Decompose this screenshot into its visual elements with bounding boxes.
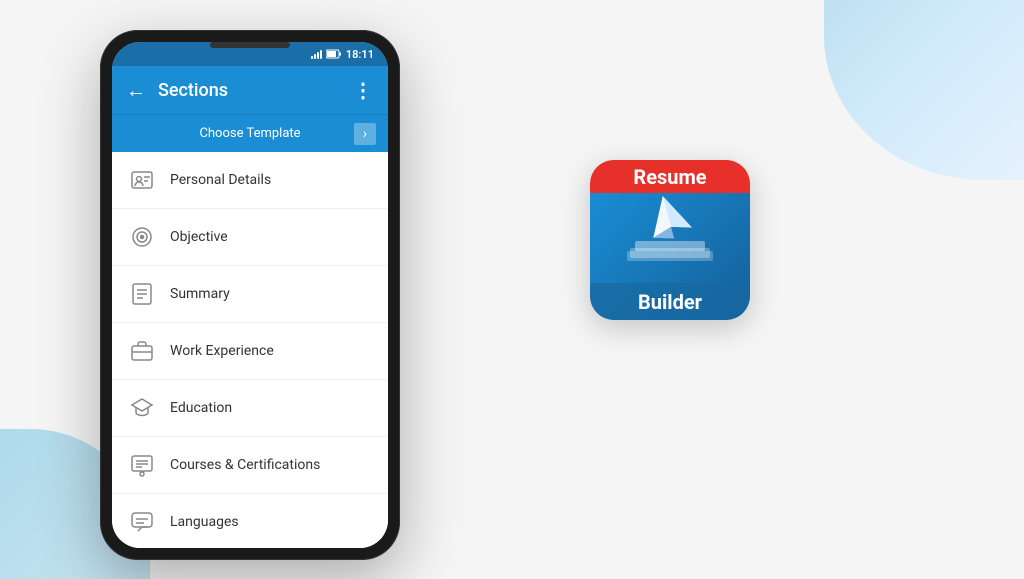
battery-icon (326, 49, 342, 59)
signal-icon (311, 49, 322, 59)
bg-decoration-top-right (824, 0, 1024, 180)
briefcase-icon (128, 337, 156, 365)
document-lines-icon (128, 280, 156, 308)
languages-label: Languages (170, 514, 239, 530)
summary-label: Summary (170, 286, 230, 302)
objective-label: Objective (170, 229, 228, 245)
target-icon (128, 223, 156, 251)
choose-template-arrow: › (354, 123, 376, 145)
phone-screen: 18:11 ← Sections ⋮ Choose Template › (112, 42, 388, 548)
graduation-icon (128, 394, 156, 422)
choose-template-bar[interactable]: Choose Template › (112, 114, 388, 152)
paper-plane-illustration (615, 193, 725, 283)
app-icon-wrapper: Resume Builder (590, 160, 750, 320)
app-icon-middle-section (590, 193, 750, 283)
resume-builder-icon: Resume Builder (590, 160, 750, 320)
menu-item-objective[interactable]: Objective (112, 209, 388, 266)
courses-label: Courses & Certifications (170, 457, 320, 473)
app-icon-top-section: Resume (590, 160, 750, 193)
signal-bar-2 (314, 54, 316, 59)
education-label: Education (170, 400, 232, 416)
header-title: Sections (158, 80, 353, 101)
phone-body: 18:11 ← Sections ⋮ Choose Template › (100, 30, 400, 560)
more-button[interactable]: ⋮ (353, 78, 374, 102)
signal-bar-4 (320, 50, 322, 59)
menu-item-personal-details[interactable]: Personal Details (112, 152, 388, 209)
menu-item-languages[interactable]: Languages (112, 494, 388, 548)
work-experience-label: Work Experience (170, 343, 274, 359)
status-time: 18:11 (346, 48, 374, 61)
app-icon-bottom-text: Builder (638, 290, 702, 314)
app-icon-bottom-section: Builder (590, 283, 750, 320)
back-button[interactable]: ← (126, 78, 146, 103)
app-header: ← Sections ⋮ (112, 66, 388, 114)
personal-details-label: Personal Details (170, 172, 271, 188)
signal-bar-3 (317, 52, 319, 59)
choose-template-label: Choose Template (199, 126, 300, 141)
menu-item-summary[interactable]: Summary (112, 266, 388, 323)
person-card-icon (128, 166, 156, 194)
menu-list: Personal Details Objective Summary (112, 152, 388, 548)
chat-bubble-icon (128, 508, 156, 536)
menu-item-work-experience[interactable]: Work Experience (112, 323, 388, 380)
phone-notch (210, 42, 290, 48)
app-icon-top-text: Resume (633, 165, 706, 189)
signal-bar-1 (311, 56, 313, 59)
phone-mockup: 18:11 ← Sections ⋮ Choose Template › (100, 30, 400, 560)
menu-item-courses[interactable]: Courses & Certifications (112, 437, 388, 494)
menu-item-education[interactable]: Education (112, 380, 388, 437)
status-icons (311, 49, 342, 59)
certificate-icon (128, 451, 156, 479)
